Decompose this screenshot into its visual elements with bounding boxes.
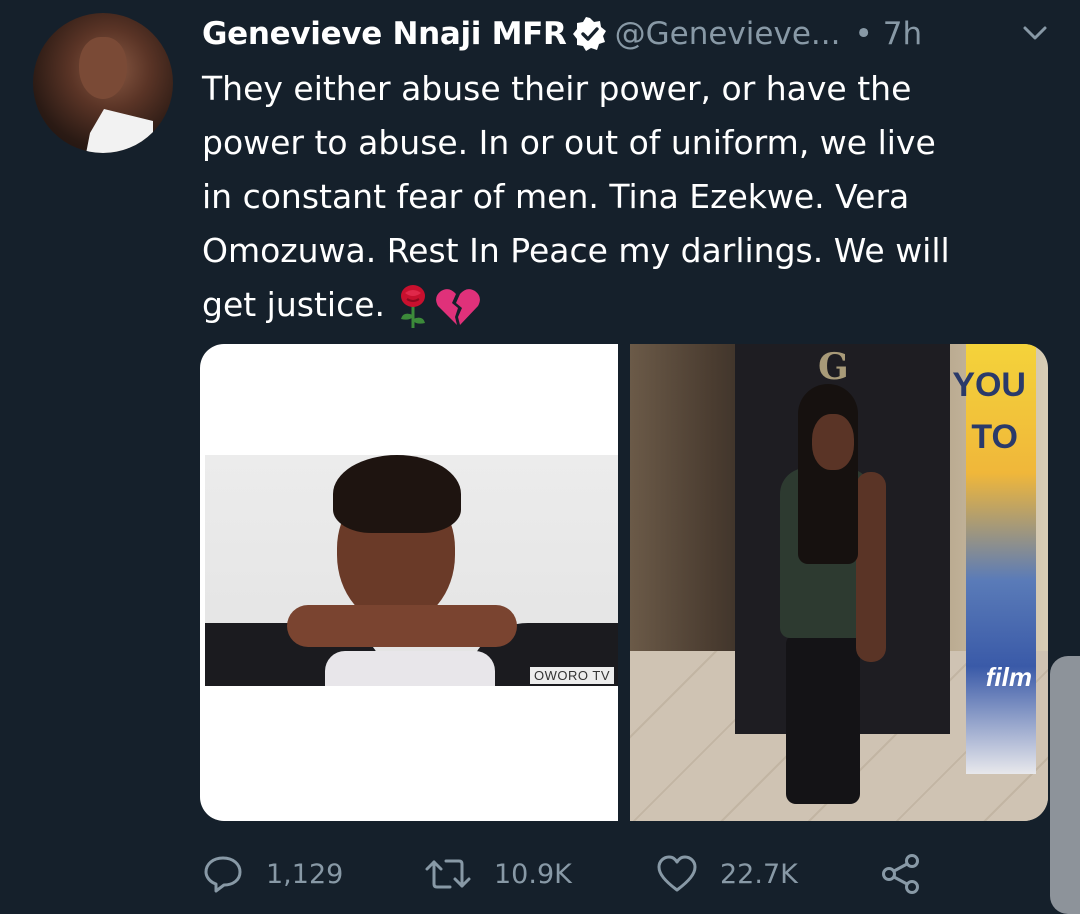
like-icon — [657, 855, 697, 892]
photo-logo: G — [818, 346, 849, 388]
scrollbar[interactable] — [1050, 656, 1080, 914]
avatar-face — [79, 37, 127, 99]
user-handle[interactable]: @Genevieve... — [615, 16, 841, 52]
tweet[interactable]: Genevieve Nnaji MFR @Genevieve... • 7h T… — [0, 0, 1080, 914]
share-button[interactable] — [880, 846, 922, 902]
photo-woman-arm — [856, 472, 886, 662]
photo-woman-hair — [798, 384, 858, 564]
photo-woman-legs — [786, 634, 860, 804]
avatar[interactable] — [33, 13, 173, 153]
tweet-media[interactable]: OWORO TV G YOU TO film — [200, 344, 1048, 821]
tweet-header: Genevieve Nnaji MFR @Genevieve... • 7h — [202, 10, 1062, 58]
photo-poster — [966, 344, 1036, 774]
photo-hands — [287, 605, 517, 647]
rose-emoji — [401, 284, 425, 328]
like-button[interactable]: 22.7K — [656, 846, 798, 902]
retweet-icon — [425, 859, 471, 889]
like-count: 22.7K — [720, 858, 798, 890]
separator-dot: • — [854, 16, 873, 52]
photo-hair — [333, 455, 461, 533]
poster-text: YOU — [952, 366, 1026, 404]
tweet-text: They either abuse their power, or have t… — [202, 62, 1052, 332]
photo-watermark: OWORO TV — [530, 667, 614, 684]
tweet-text-line: get justice. — [202, 285, 385, 324]
media-photo-right[interactable]: G YOU TO film — [630, 344, 1048, 821]
tweet-time[interactable]: 7h — [883, 16, 922, 52]
tweet-text-line: Omozuwa. Rest In Peace my darlings. We w… — [202, 231, 950, 270]
photo-woman-face — [812, 414, 854, 470]
poster-text: TO — [971, 418, 1018, 456]
tweet-text-line-last: get justice. — [202, 278, 1052, 332]
retweet-count: 10.9K — [494, 858, 572, 890]
reply-count: 1,129 — [266, 858, 344, 890]
display-name[interactable]: Genevieve Nnaji MFR — [202, 16, 567, 52]
photo-shirt — [325, 651, 495, 686]
tweet-text-line: They either abuse their power, or have t… — [202, 69, 912, 108]
media-photo-left[interactable]: OWORO TV — [200, 344, 618, 821]
tweet-text-line: in constant fear of men. Tina Ezekwe. Ve… — [202, 177, 910, 216]
share-icon — [882, 854, 919, 894]
retweet-button[interactable]: 10.9K — [424, 846, 572, 902]
verified-icon — [572, 17, 607, 51]
poster-text: film — [985, 662, 1032, 692]
broken-heart-emoji — [436, 288, 480, 325]
avatar-collar — [83, 109, 153, 153]
reply-icon — [204, 856, 242, 893]
photo-girl: OWORO TV — [205, 455, 618, 686]
chevron-down-icon[interactable] — [1022, 24, 1048, 42]
tweet-text-line: power to abuse. In or out of uniform, we… — [202, 123, 936, 162]
tweet-actions: 1,129 10.9K 22.7K — [0, 846, 1080, 902]
reply-button[interactable]: 1,129 — [202, 846, 343, 902]
